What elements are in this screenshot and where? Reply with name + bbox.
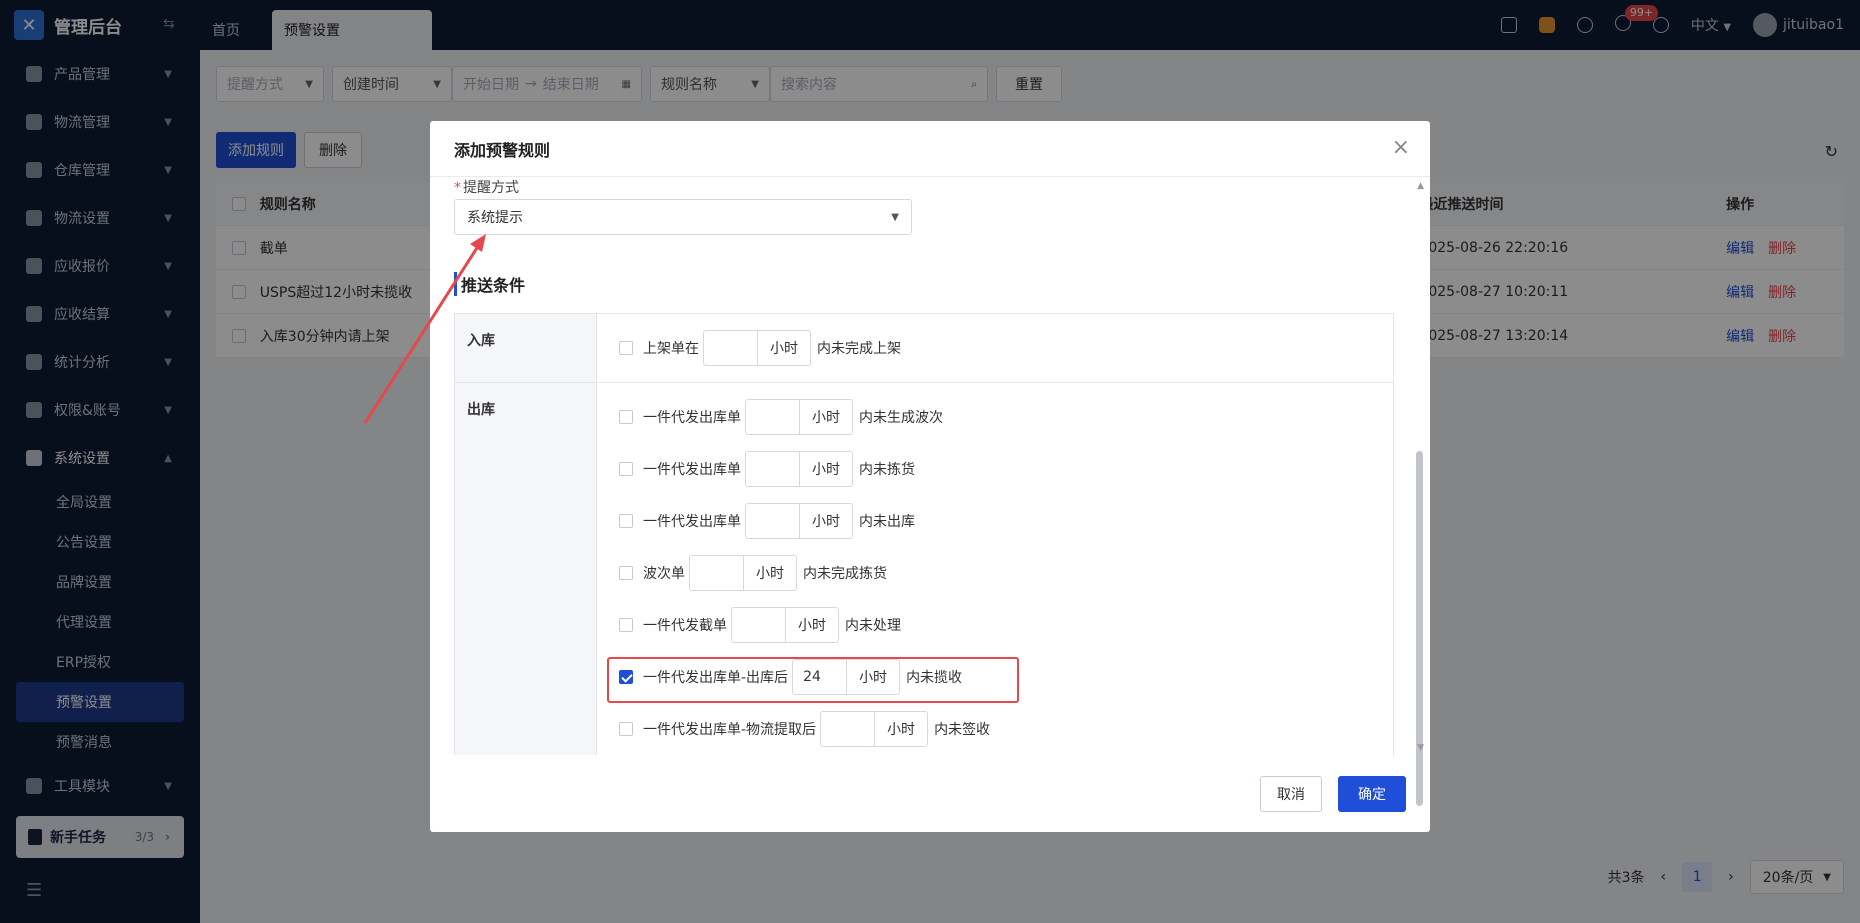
condition-row: 一件代发截单 小时 内未处理 xyxy=(619,599,1393,651)
hours-input[interactable] xyxy=(745,503,799,539)
method-value: 系统提示 xyxy=(467,210,523,226)
condition-suffix: 内未完成上架 xyxy=(817,341,901,357)
condition-prefix: 波次单 xyxy=(643,566,685,582)
condition-prefix: 一件代发截单 xyxy=(643,618,727,634)
confirm-button[interactable]: 确定 xyxy=(1338,776,1406,812)
condition-prefix: 上架单在 xyxy=(643,341,699,357)
section-title: 推送条件 xyxy=(454,272,525,296)
method-select[interactable]: 系统提示 ▼ xyxy=(454,199,912,235)
condition-group-outbound: 出库 一件代发出库单 小时 内未生成波次 一件代发出库单 小时 内未拣货 一件代… xyxy=(455,383,1393,755)
condition-prefix: 一件代发出库单-物流提取后 xyxy=(643,722,817,738)
unit-label: 小时 xyxy=(799,451,853,487)
add-rule-modal: 添加预警规则 × * 提醒方式 系统提示 ▼ 推送条件 入库 上架单在 小时 内未完… xyxy=(430,121,1430,832)
condition-suffix: 内未处理 xyxy=(845,618,901,634)
condition-row: 一件代发出库单 小时 内未生成波次 xyxy=(619,391,1393,443)
condition-group-inbound: 入库 上架单在 小时 内未完成上架 xyxy=(455,314,1393,383)
method-label: * 提醒方式 xyxy=(454,177,519,197)
condition-prefix: 一件代发出库单 xyxy=(643,410,741,426)
condition-suffix: 内未完成拣货 xyxy=(803,566,887,582)
condition-suffix: 内未拣货 xyxy=(859,462,915,478)
condition-row: 一件代发出库单 小时 内未出库 xyxy=(619,495,1393,547)
scroll-up-icon[interactable]: ▲ xyxy=(1417,181,1424,191)
condition-row: 一件代发出库单-物流提取后 小时 内未签收 xyxy=(619,703,1393,755)
unit-label: 小时 xyxy=(757,330,811,366)
hours-input[interactable] xyxy=(820,711,875,747)
unit-label: 小时 xyxy=(799,399,853,435)
unit-label: 小时 xyxy=(785,607,839,643)
condition-suffix: 内未签收 xyxy=(934,722,991,738)
conditions-table: 入库 上架单在 小时 内未完成上架 出库 一件代发出库单 小时 内未生成波次 一… xyxy=(454,313,1394,755)
group-label: 入库 xyxy=(455,314,597,382)
modal-header: 添加预警规则 × xyxy=(430,121,1430,177)
condition-checkbox[interactable] xyxy=(619,410,633,424)
scroll-down-icon[interactable]: ▼ xyxy=(1417,743,1424,753)
unit-label: 小时 xyxy=(743,555,797,591)
unit-label: 小时 xyxy=(799,503,853,539)
condition-checkbox[interactable] xyxy=(619,618,633,632)
condition-row: 波次单 小时 内未完成拣货 xyxy=(619,547,1393,599)
hours-input[interactable] xyxy=(745,451,799,487)
condition-row-highlighted: 一件代发出库单-出库后 24 小时 内未揽收 xyxy=(607,651,1393,703)
condition-checkbox[interactable] xyxy=(619,341,633,355)
highlight-box xyxy=(607,657,1019,703)
condition-checkbox-checked[interactable] xyxy=(619,670,633,684)
hours-input[interactable] xyxy=(703,330,757,366)
modal-footer: 取消 确定 xyxy=(1260,776,1406,812)
condition-checkbox[interactable] xyxy=(619,514,633,528)
condition-rows: 上架单在 小时 内未完成上架 xyxy=(597,314,1393,382)
condition-row: 上架单在 小时 内未完成上架 xyxy=(619,322,1393,374)
condition-suffix: 内未出库 xyxy=(859,514,915,530)
cancel-button[interactable]: 取消 xyxy=(1260,776,1322,812)
group-label: 出库 xyxy=(455,383,597,755)
chevron-down-icon: ▼ xyxy=(891,211,899,223)
method-label-text: 提醒方式 xyxy=(463,180,519,196)
modal-title: 添加预警规则 xyxy=(454,140,551,160)
condition-rows: 一件代发出库单 小时 内未生成波次 一件代发出库单 小时 内未拣货 一件代发出库… xyxy=(597,383,1393,755)
unit-label: 小时 xyxy=(874,711,929,747)
modal-body: *提醒方式 系统提示 ▼ 推送条件 入库 上架单在 小时 内未完成上架 出库 xyxy=(454,177,1406,755)
condition-checkbox[interactable] xyxy=(619,722,633,736)
condition-suffix: 内未生成波次 xyxy=(859,410,943,426)
condition-prefix: 一件代发出库单 xyxy=(643,514,741,530)
required-mark: * xyxy=(454,180,461,196)
hours-input[interactable] xyxy=(689,555,743,591)
hours-input[interactable] xyxy=(745,399,799,435)
hours-input[interactable] xyxy=(731,607,785,643)
condition-checkbox[interactable] xyxy=(619,566,633,580)
condition-row: 一件代发出库单 小时 内未拣货 xyxy=(619,443,1393,495)
close-icon[interactable]: × xyxy=(1392,135,1410,160)
condition-prefix: 一件代发出库单 xyxy=(643,462,741,478)
condition-checkbox[interactable] xyxy=(619,462,633,476)
